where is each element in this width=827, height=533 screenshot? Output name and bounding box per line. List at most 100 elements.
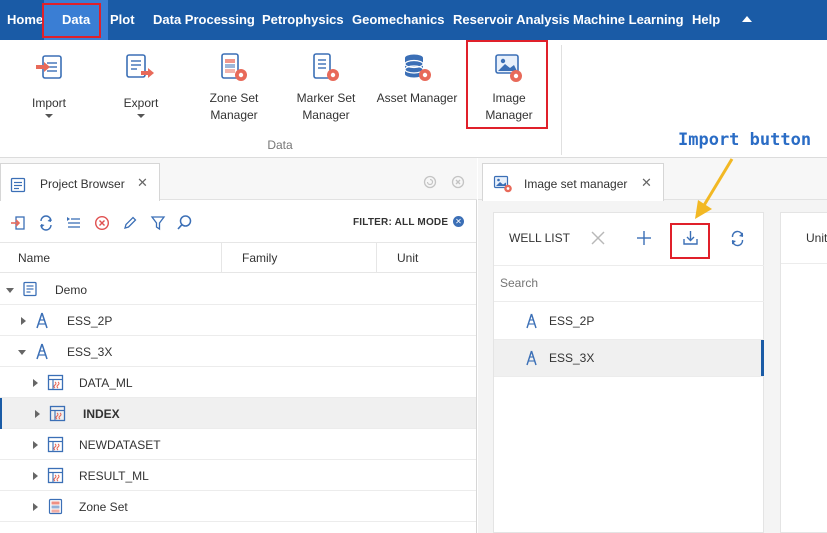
well-icon	[526, 313, 537, 329]
well-label: ESS_2P	[549, 314, 595, 328]
filter-mode-label: FILTER: ALL MODE	[353, 217, 449, 228]
clear-filter-icon[interactable]: ✕	[453, 216, 464, 227]
dataset-icon	[47, 467, 64, 484]
column-header-unit[interactable]: Unit	[397, 251, 418, 265]
expand-icon[interactable]	[33, 472, 38, 480]
tree-row-index[interactable]: INDEX	[0, 398, 476, 429]
well-icon	[526, 350, 537, 366]
collapse-ribbon-icon[interactable]	[742, 16, 752, 22]
dataset-icon	[47, 374, 64, 391]
well-icon	[36, 312, 48, 329]
menu-machine-learning[interactable]: Machine Learning	[573, 0, 684, 40]
menu-bar: Home Data Plot Data Processing Petrophys…	[0, 0, 827, 40]
import-dropdown-icon[interactable]	[45, 114, 53, 118]
tab-project-browser[interactable]: Project Browser ✕	[0, 163, 160, 201]
tree-row-zone-set[interactable]: Zone Set	[0, 491, 476, 522]
selection-indicator	[761, 340, 764, 376]
tree-row-demo[interactable]: Demo	[0, 274, 476, 305]
refresh-icon[interactable]	[729, 230, 746, 247]
import-button-annotation: Import button	[678, 130, 812, 150]
expand-icon[interactable]	[21, 317, 26, 325]
tree-row-partial	[33, 525, 476, 533]
list-icon[interactable]	[66, 215, 82, 231]
collapse-icon[interactable]	[6, 288, 14, 293]
tree-row-ess-2p[interactable]: ESS_2P	[0, 305, 476, 336]
tree-row-ess-3x[interactable]: ESS_3X	[0, 336, 476, 367]
well-search-input[interactable]	[500, 272, 750, 294]
expand-icon[interactable]	[33, 379, 38, 387]
zone-set-label-line2: Manager	[210, 108, 258, 122]
tree-label: DATA_ML	[79, 376, 133, 390]
menu-geomechanics[interactable]: Geomechanics	[352, 0, 445, 40]
well-list-item-ess-3x[interactable]: ESS_3X	[494, 340, 764, 377]
delete-icon[interactable]	[94, 215, 110, 231]
expand-icon[interactable]	[33, 503, 38, 511]
clear-icon[interactable]	[590, 230, 606, 246]
project-browser-tab-label: Project Browser	[40, 177, 125, 191]
export-dropdown-icon[interactable]	[137, 114, 145, 118]
asset-manager-button[interactable]: Asset Manager	[375, 50, 459, 110]
well-list-item-ess-2p[interactable]: ESS_2P	[494, 303, 764, 340]
dataset-icon	[49, 405, 66, 422]
tree-row-data-ml[interactable]: DATA_ML	[0, 367, 476, 398]
tree-label: INDEX	[83, 407, 120, 421]
data-menu-highlight	[42, 3, 101, 38]
column-divider	[221, 243, 222, 273]
project-browser-icon	[10, 177, 26, 193]
refresh-panel-icon[interactable]	[423, 175, 437, 189]
marker-set-manager-button[interactable]: Marker Set Manager	[292, 50, 360, 125]
import-icon	[36, 55, 62, 79]
export-icon	[126, 54, 154, 78]
project-icon	[23, 281, 37, 297]
marker-set-icon	[313, 53, 339, 81]
tree-label: ESS_3X	[67, 345, 113, 359]
menu-plot[interactable]: Plot	[110, 0, 135, 40]
zone-set-manager-button[interactable]: Zone Set Manager	[200, 50, 268, 125]
import-button-highlight	[670, 223, 710, 259]
asset-manager-label: Asset Manager	[376, 91, 458, 105]
ribbon-separator	[561, 45, 562, 155]
import-ribbon-button[interactable]: Import	[18, 50, 80, 122]
selection-indicator	[0, 398, 2, 429]
image-manager-highlight	[466, 40, 548, 129]
column-header-family[interactable]: Family	[242, 251, 277, 265]
expand-icon[interactable]	[35, 410, 40, 418]
unit-column-header: Unit	[806, 231, 827, 245]
expand-icon[interactable]	[33, 441, 38, 449]
import-icon[interactable]	[10, 215, 26, 231]
sync-icon[interactable]	[38, 215, 54, 231]
search-icon[interactable]	[176, 214, 193, 231]
add-icon[interactable]	[636, 230, 652, 246]
column-header-name[interactable]: Name	[18, 251, 50, 265]
asset-manager-icon	[404, 54, 431, 81]
close-panel-icon[interactable]	[451, 175, 465, 189]
tree-label: NEWDATASET	[79, 438, 161, 452]
edit-icon[interactable]	[122, 215, 138, 231]
collapse-icon[interactable]	[18, 350, 26, 355]
tree-label: Demo	[55, 283, 88, 297]
export-ribbon-button[interactable]: Export	[110, 50, 172, 122]
zone-set-label-line1: Zone Set	[209, 91, 259, 105]
marker-set-label-line2: Manager	[302, 108, 350, 122]
export-label: Export	[123, 96, 159, 110]
close-icon[interactable]: ✕	[137, 175, 148, 191]
menu-petrophysics[interactable]: Petrophysics	[262, 0, 344, 40]
menu-reservoir-analysis[interactable]: Reservoir Analysis	[453, 0, 570, 40]
close-icon[interactable]: ✕	[641, 175, 652, 191]
menu-home[interactable]: Home	[7, 0, 43, 40]
filter-icon[interactable]	[150, 215, 166, 231]
menu-help[interactable]: Help	[692, 0, 720, 40]
image-manager-icon	[493, 175, 512, 193]
tree-row-result-ml[interactable]: RESULT_ML	[0, 460, 476, 491]
zone-set-icon	[221, 53, 247, 81]
menu-data-processing[interactable]: Data Processing	[153, 0, 255, 40]
ribbon-group-label: Data	[267, 138, 293, 152]
annotation-arrow	[695, 158, 734, 219]
well-list-title: WELL LIST	[509, 231, 570, 245]
tree-label: Zone Set	[79, 500, 128, 514]
tab-image-set-manager[interactable]: Image set manager ✕	[482, 163, 664, 201]
zone-set-icon	[48, 498, 63, 515]
tree-row-newdataset[interactable]: NEWDATASET	[0, 429, 476, 460]
column-divider	[376, 243, 377, 273]
well-icon	[36, 343, 48, 360]
